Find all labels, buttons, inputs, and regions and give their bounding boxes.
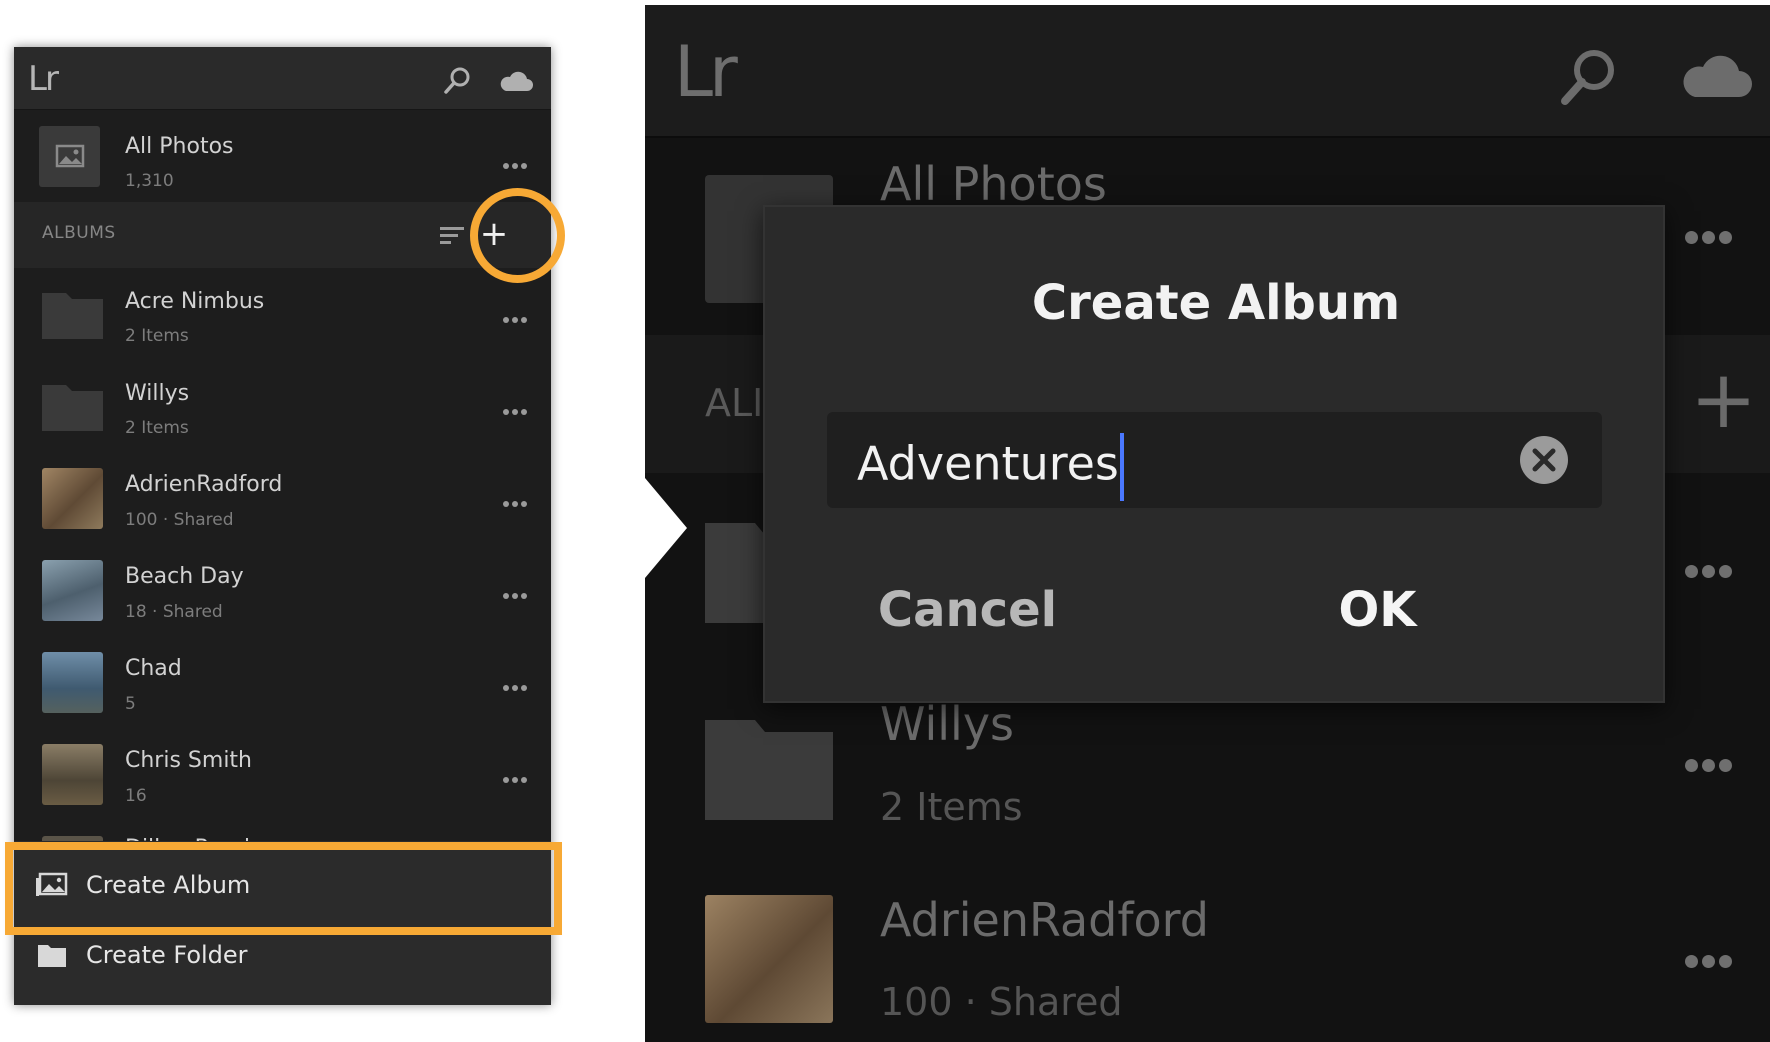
album-title: AdrienRadford <box>125 472 283 497</box>
more-icon[interactable] <box>503 308 533 323</box>
lr-logo: Lr <box>28 59 59 99</box>
more-icon[interactable] <box>503 154 533 169</box>
cancel-button[interactable]: Cancel <box>865 582 1070 638</box>
album-row[interactable]: Chris Smith 16 <box>14 728 551 820</box>
all-photos-row[interactable]: All Photos 1,310 <box>14 111 551 202</box>
cloud-icon[interactable] <box>498 67 534 93</box>
more-icon[interactable] <box>503 492 533 507</box>
album-subtitle: 2 Items <box>125 418 189 438</box>
text-caret <box>1119 433 1124 501</box>
album-row[interactable]: Chad 5 <box>14 636 551 728</box>
dialog-title: Create Album <box>1031 275 1401 331</box>
album-thumb <box>42 744 103 805</box>
more-icon[interactable] <box>503 676 533 691</box>
albums-label: ALI <box>705 381 764 425</box>
folder-icon <box>705 720 833 820</box>
album-subtitle: 2 Items <box>125 326 189 346</box>
album-thumb <box>42 468 103 529</box>
album-title: Willys <box>125 381 190 406</box>
all-photos-title: All Photos <box>125 134 234 159</box>
search-icon[interactable] <box>1555 45 1621 111</box>
folder-icon <box>42 385 103 431</box>
more-icon[interactable] <box>503 584 533 599</box>
folder-icon <box>42 293 103 339</box>
album-row[interactable]: AdrienRadford 100 · Shared <box>14 452 551 544</box>
cloud-icon[interactable] <box>1680 47 1755 101</box>
plus-icon[interactable]: + <box>1690 360 1757 440</box>
lr-logo: Lr <box>674 31 738 113</box>
more-icon[interactable] <box>1685 757 1745 773</box>
more-icon[interactable] <box>1685 953 1745 969</box>
album-thumb <box>42 652 103 713</box>
more-icon[interactable] <box>503 400 533 415</box>
album-subtitle: 16 <box>125 786 147 806</box>
album-title: Willys <box>880 697 1015 751</box>
create-album-dialog: Create Album Adventures Cancel OK <box>763 205 1665 703</box>
zoom-pointer <box>645 478 687 578</box>
album-title: AdrienRadford <box>880 893 1209 947</box>
all-photos-count: 1,310 <box>125 171 174 191</box>
album-thumb <box>42 560 103 621</box>
album-title: Chris Smith <box>125 748 252 773</box>
album-row[interactable]: Acre Nimbus 2 Items <box>14 268 551 360</box>
album-subtitle: 100 · Shared <box>880 980 1123 1024</box>
create-folder-label: Create Folder <box>86 941 248 969</box>
album-subtitle: 5 <box>125 694 136 714</box>
album-row[interactable]: Beach Day 18 · Shared <box>14 544 551 636</box>
app-header-zoomed: Lr <box>645 5 1770 138</box>
album-thumb <box>705 895 833 1023</box>
album-subtitle: 100 · Shared <box>125 510 234 530</box>
app-header: Lr <box>14 47 551 110</box>
clear-icon[interactable] <box>1520 436 1568 484</box>
album-subtitle: 18 · Shared <box>125 602 223 622</box>
folder-icon <box>38 945 66 967</box>
sort-icon[interactable] <box>438 224 468 248</box>
albums-label: ALBUMS <box>42 223 116 243</box>
search-icon[interactable] <box>441 65 473 97</box>
album-title: Beach Day <box>125 564 244 589</box>
album-subtitle: 2 Items <box>880 785 1023 829</box>
album-row[interactable]: Willys 2 Items <box>14 360 551 452</box>
more-icon[interactable] <box>503 768 533 783</box>
album-title: Acre Nimbus <box>125 289 265 314</box>
add-button-highlight <box>470 188 565 283</box>
all-photos-title: All Photos <box>880 157 1107 211</box>
all-photos-thumb <box>39 126 100 187</box>
more-icon[interactable] <box>1685 563 1745 579</box>
create-album-highlight <box>5 842 562 935</box>
photo-icon <box>55 144 85 168</box>
ok-button[interactable]: OK <box>1275 582 1480 638</box>
album-name-value: Adventures <box>857 436 1119 491</box>
more-icon[interactable] <box>1685 229 1745 245</box>
album-title: Chad <box>125 656 182 681</box>
album-name-input[interactable]: Adventures <box>827 412 1602 508</box>
